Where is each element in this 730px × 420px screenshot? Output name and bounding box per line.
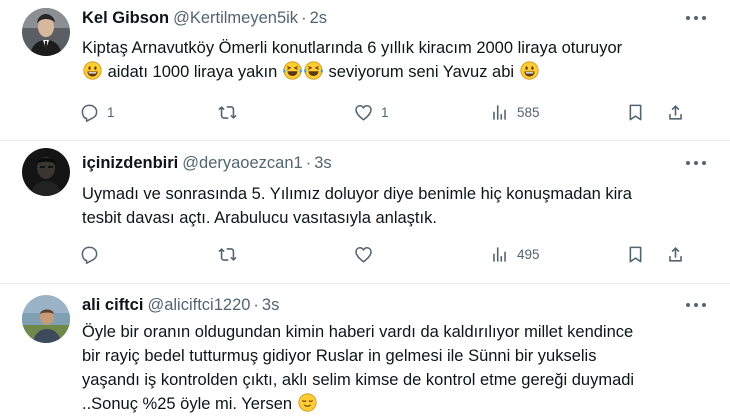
share-icon <box>669 104 682 120</box>
bookmark-icon <box>629 246 642 262</box>
tweet-text: Öyle bir oranın oldugundan kimin haberi … <box>82 320 702 416</box>
views-count: 585 <box>517 104 540 120</box>
timestamp[interactable]: 3s <box>262 296 279 314</box>
tweet-text-line: ..Sonuç %25 öyle mi. Yersen <box>82 392 702 416</box>
tweet-header: Kel Gibson @Kertilmeyen5ik · 2s <box>82 7 327 29</box>
like-button[interactable] <box>354 241 373 267</box>
display-name[interactable]: içinizdenbiri <box>82 154 178 172</box>
retweet-icon <box>218 247 237 261</box>
retweet-button[interactable] <box>218 99 237 125</box>
bookmark-button[interactable] <box>626 99 645 125</box>
tweet-header: ali ciftci @aliciftci1220 · 3s <box>82 294 279 316</box>
tweet-text: Uymadı ve sonrasında 5. Yılımız doluyor … <box>82 182 702 230</box>
separator: · <box>301 9 307 27</box>
retweet-icon <box>218 105 237 119</box>
tweet-text-line: bir rayiç bedel tutturmuş gidiyor Ruslar… <box>82 347 597 365</box>
bookmark-button[interactable] <box>626 241 645 267</box>
tweet-text-segment: aidatı 1000 liraya yakın <box>107 63 278 81</box>
reply-count: 1 <box>107 104 115 120</box>
retweet-button[interactable] <box>218 241 237 267</box>
share-button[interactable] <box>666 241 685 267</box>
grinning-emoji <box>83 61 102 80</box>
action-bar: 1 1 585 <box>72 99 712 125</box>
reply-button[interactable]: 1 <box>80 99 115 125</box>
avatar[interactable] <box>22 8 70 56</box>
user-handle[interactable]: @Kertilmeyen5ik <box>173 9 298 27</box>
views-count: 495 <box>517 246 540 262</box>
avatar[interactable] <box>22 295 70 343</box>
heart-icon <box>355 246 372 263</box>
tweet-text-line: Öyle bir oranın oldugundan kimin haberi … <box>82 323 634 341</box>
reply-button[interactable] <box>80 241 99 267</box>
views-icon <box>493 104 506 120</box>
tweet[interactable]: içinizdenbiri @deryaoezcan1 · 3s Uymadı ve … <box>0 140 730 283</box>
views-button[interactable]: 585 <box>490 99 540 125</box>
like-button[interactable]: 1 <box>354 99 389 125</box>
bookmark-icon <box>629 104 642 120</box>
separator: · <box>305 154 312 172</box>
share-icon <box>669 246 682 262</box>
relieved-face-emoji <box>297 393 317 412</box>
share-button[interactable] <box>666 99 685 125</box>
tears-of-joy-emoji <box>303 61 323 80</box>
action-bar: 495 <box>72 241 712 267</box>
tweet-text-line: Kiptaş Arnavutköy Ömerli konutlarında 6 … <box>82 39 623 57</box>
tweet-text-line: aidatı 1000 liraya yakın seviyorum seni … <box>82 60 702 84</box>
display-name[interactable]: Kel Gibson <box>82 9 169 27</box>
views-icon <box>493 246 506 262</box>
more-icon[interactable] <box>686 303 708 309</box>
separator: · <box>253 296 259 314</box>
tweet-text-segment: ..Sonuç %25 öyle mi. Yersen <box>82 395 293 413</box>
user-handle[interactable]: @deryaoezcan1 <box>182 154 302 172</box>
user-handle[interactable]: @aliciftci1220 <box>147 296 250 314</box>
tweet-text-segment: seviyorum seni Yavuz abi <box>328 63 515 81</box>
reply-icon <box>81 104 98 122</box>
timestamp[interactable]: 3s <box>314 154 331 172</box>
tweet[interactable]: ali ciftci @aliciftci1220 · 3s Öyle bir ora… <box>0 283 730 420</box>
more-icon[interactable] <box>686 16 708 22</box>
tweet-header: içinizdenbiri @deryaoezcan1 · 3s <box>82 152 332 174</box>
tweet-text-line: yaşandı iş kontrolden çıktı, aklı selim … <box>82 371 635 389</box>
display-name[interactable]: ali ciftci <box>82 296 143 314</box>
reply-icon <box>81 246 98 264</box>
tweet-text-line: Uymadı ve sonrasında 5. Yılımız doluyor … <box>82 185 632 203</box>
tweet[interactable]: Kel Gibson @Kertilmeyen5ik · 2s Kiptaş Arna… <box>0 0 730 140</box>
tweet-text-line: tesbit davası açtı. Arabulucu vasıtasıyl… <box>82 209 437 227</box>
tears-of-joy-emoji <box>282 61 302 80</box>
timestamp[interactable]: 2s <box>310 9 327 27</box>
tweet-text: Kiptaş Arnavutköy Ömerli konutlarında 6 … <box>82 36 702 84</box>
views-button[interactable]: 495 <box>490 241 540 267</box>
heart-icon <box>355 104 372 121</box>
like-count: 1 <box>381 104 389 120</box>
more-icon[interactable] <box>686 161 708 167</box>
avatar[interactable] <box>22 148 70 196</box>
grinning-emoji <box>520 61 539 80</box>
